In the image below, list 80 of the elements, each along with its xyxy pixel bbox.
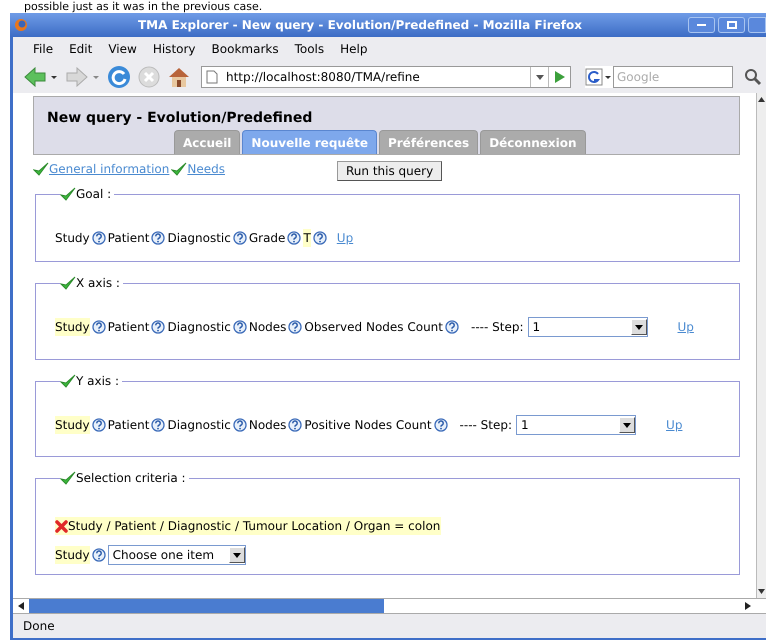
maximize-button[interactable] xyxy=(718,17,745,33)
step-link[interactable]: Needs xyxy=(187,160,225,178)
help-icon[interactable] xyxy=(232,231,247,245)
help-icon[interactable] xyxy=(151,320,166,334)
help-icon[interactable] xyxy=(232,418,247,432)
menu-item[interactable]: History xyxy=(144,40,204,58)
reload-icon[interactable] xyxy=(107,65,131,89)
section-legend: Goal : xyxy=(76,185,112,203)
field-label: Patient xyxy=(108,319,150,336)
up-link[interactable]: Up xyxy=(678,318,694,336)
scrollbar-thumb[interactable] xyxy=(29,599,384,613)
section-legend: Y axis : xyxy=(76,372,120,390)
step-select[interactable]: 1 xyxy=(516,415,636,435)
home-icon[interactable] xyxy=(167,65,191,89)
field-label: Patient xyxy=(108,417,150,434)
dropdown-arrow-icon[interactable] xyxy=(536,74,544,80)
field-label: Observed Nodes Count xyxy=(304,319,443,336)
menu-item[interactable]: Bookmarks xyxy=(204,40,287,58)
field-label: T xyxy=(303,229,311,247)
search-engine-icon[interactable] xyxy=(585,66,613,88)
help-icon[interactable] xyxy=(288,320,302,334)
field-label: Study xyxy=(55,416,90,434)
help-icon[interactable] xyxy=(151,231,166,245)
help-icon[interactable] xyxy=(92,548,106,562)
help-icon[interactable] xyxy=(434,418,448,432)
field-label: Patient xyxy=(108,230,150,247)
window-title: TMA Explorer - New query - Evolution/Predefined - Mozilla Firefox xyxy=(138,17,582,34)
help-icon[interactable] xyxy=(151,418,166,432)
back-icon[interactable] xyxy=(23,66,59,88)
field-label: Diagnostic xyxy=(167,319,231,336)
help-icon[interactable] xyxy=(312,231,327,245)
item-select[interactable]: Choose one item xyxy=(108,545,246,565)
field-label: Grade xyxy=(248,230,286,247)
document-text: possible just as it was in the previous case. xyxy=(24,1,262,13)
section-legend: Selection criteria : xyxy=(76,469,186,487)
step-select[interactable]: 1 xyxy=(528,317,648,337)
help-icon[interactable] xyxy=(287,231,302,245)
vertical-scrollbar[interactable] xyxy=(756,93,766,598)
scroll-up-icon[interactable] xyxy=(757,95,766,104)
page-title: New query - Evolution/Predefined xyxy=(47,110,314,126)
step-label: ---- Step: xyxy=(460,417,512,434)
help-icon[interactable] xyxy=(288,418,302,432)
scroll-down-icon[interactable] xyxy=(757,587,766,596)
field-label: Positive Nodes Count xyxy=(304,417,432,434)
status-text: Done xyxy=(23,618,55,635)
menu-item[interactable]: Tools xyxy=(286,40,332,58)
up-link[interactable]: Up xyxy=(336,229,354,247)
help-icon[interactable] xyxy=(92,320,106,334)
page-icon xyxy=(206,70,218,84)
field-label: Study xyxy=(55,318,90,336)
horizontal-scrollbar[interactable] xyxy=(13,598,766,614)
menu-item[interactable]: Help xyxy=(332,40,376,58)
search-icon[interactable] xyxy=(743,67,763,87)
dropdown-arrow-icon[interactable] xyxy=(623,422,632,428)
field-label: Diagnostic xyxy=(167,230,231,247)
help-icon[interactable] xyxy=(92,418,106,432)
field-label: Nodes xyxy=(248,417,286,434)
section-legend: X axis : xyxy=(76,274,120,292)
field-label: Study xyxy=(55,546,90,564)
help-icon[interactable] xyxy=(92,231,106,245)
up-link[interactable]: Up xyxy=(666,416,682,434)
menu-item[interactable]: Edit xyxy=(61,40,100,58)
dropdown-arrow-icon[interactable] xyxy=(634,324,642,330)
address-bar[interactable]: http://localhost:8080/TMA/refine xyxy=(201,66,571,88)
menu-item[interactable]: File xyxy=(25,40,62,58)
help-icon[interactable] xyxy=(445,320,459,334)
minimize-button[interactable] xyxy=(688,17,715,33)
dropdown-arrow-icon[interactable] xyxy=(232,552,241,558)
field-label: Nodes xyxy=(248,319,286,336)
field-label: Diagnostic xyxy=(167,417,231,434)
field-label: Study xyxy=(55,230,90,247)
search-field[interactable]: Google xyxy=(613,66,733,88)
menu-item[interactable]: View xyxy=(100,40,145,58)
step-label: ---- Step: xyxy=(471,319,524,336)
step-link[interactable]: General information xyxy=(49,160,170,178)
criterion-text: Study / Patient / Diagnostic / Tumour Location / Organ = colon xyxy=(68,518,442,535)
browser-logo-icon xyxy=(14,18,28,32)
go-icon[interactable] xyxy=(554,71,564,83)
run-query-button[interactable]: Run this query xyxy=(337,161,442,181)
help-icon[interactable] xyxy=(232,320,247,334)
